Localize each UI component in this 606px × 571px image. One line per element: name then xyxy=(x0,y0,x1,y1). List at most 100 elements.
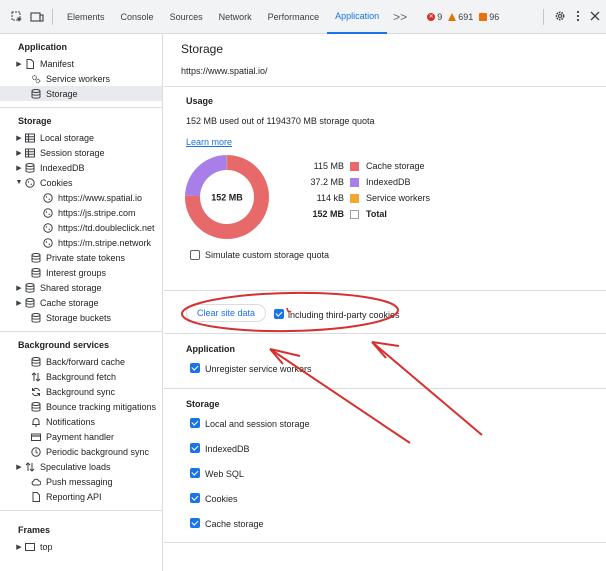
sidebar-item-session-storage[interactable]: ▶ Session storage xyxy=(0,145,162,160)
sidebar-item-notifications[interactable]: Notifications xyxy=(0,414,162,429)
close-icon[interactable] xyxy=(590,11,600,23)
cloud-icon xyxy=(30,476,42,488)
indexeddb-checkbox[interactable] xyxy=(190,443,200,453)
warning-count[interactable]: 691 xyxy=(448,12,473,22)
tab-network[interactable]: Network xyxy=(211,0,260,34)
warning-icon xyxy=(448,12,457,21)
unregister-service-workers-checkbox[interactable] xyxy=(190,363,200,373)
web-sql-checkbox[interactable] xyxy=(190,468,200,478)
tab-performance[interactable]: Performance xyxy=(260,0,328,34)
expand-arrow-icon[interactable]: ▶ xyxy=(14,60,24,68)
simulate-quota-label: Simulate custom storage quota xyxy=(205,250,330,260)
sidebar-item-label: Private state tokens xyxy=(46,252,126,263)
sidebar-item-cookie-origin[interactable]: https://m.stripe.network xyxy=(0,235,162,250)
sidebar-item-label: Back/forward cache xyxy=(46,356,126,367)
sidebar-item-label: Cookies xyxy=(40,177,73,188)
database-icon xyxy=(30,356,42,368)
database-icon xyxy=(30,401,42,413)
sidebar-item-background-sync[interactable]: Background sync xyxy=(0,384,162,399)
legend-swatch xyxy=(350,209,359,219)
sidebar-heading-background-services: Background services xyxy=(18,340,110,350)
learn-more-link[interactable]: Learn more xyxy=(186,137,232,147)
page-title: Storage xyxy=(181,42,224,56)
tab-application[interactable]: Application xyxy=(327,0,388,34)
sidebar-item-periodic-background-sync[interactable]: Periodic background sync xyxy=(0,444,162,459)
sidebar-item-label: Background fetch xyxy=(46,371,117,382)
donut-center-label: 152 MB xyxy=(211,193,243,203)
sidebar-item-cache-storage[interactable]: ▶ Cache storage xyxy=(0,295,162,310)
sidebar-item-cookies[interactable]: ▼ Cookies xyxy=(0,175,162,190)
clock-icon xyxy=(30,446,42,458)
simulate-quota-checkbox[interactable] xyxy=(190,250,200,260)
sidebar-item-local-storage[interactable]: ▶ Local storage xyxy=(0,130,162,145)
sidebar-item-cookie-origin[interactable]: https://td.doubleclick.net xyxy=(0,220,162,235)
third-party-cookies-checkbox[interactable] xyxy=(274,309,284,319)
console-counters[interactable]: ✕ 9 691 96 xyxy=(427,12,499,22)
more-options-icon[interactable] xyxy=(576,10,580,24)
sidebar-item-interest-groups[interactable]: Interest groups xyxy=(0,265,162,280)
expand-arrow-icon[interactable]: ▶ xyxy=(14,164,24,172)
sync-icon xyxy=(30,386,42,398)
sidebar-item-back-forward-cache[interactable]: Back/forward cache xyxy=(0,354,162,369)
device-toolbar-icon[interactable] xyxy=(28,8,46,26)
up-down-arrows-icon xyxy=(30,371,42,383)
cookie-icon xyxy=(42,222,54,234)
sidebar-item-manifest[interactable]: ▶ Manifest xyxy=(0,56,162,71)
sidebar-item-speculative-loads[interactable]: ▶ Speculative loads xyxy=(0,459,162,474)
expand-arrow-icon[interactable]: ▶ xyxy=(14,463,24,471)
legend-row-total: 152 MB Total xyxy=(282,208,386,220)
cache-storage-checkbox[interactable] xyxy=(190,518,200,528)
sidebar-item-indexeddb[interactable]: ▶ IndexedDB xyxy=(0,160,162,175)
sidebar-item-push-messaging[interactable]: Push messaging xyxy=(0,474,162,489)
sidebar-heading-storage: Storage xyxy=(18,116,52,126)
local-session-storage-label: Local and session storage xyxy=(205,419,310,429)
sidebar-item-label: https://js.stripe.com xyxy=(58,207,136,218)
sidebar-item-frame-top[interactable]: ▶ top xyxy=(0,539,162,554)
tab-console[interactable]: Console xyxy=(113,0,162,34)
issues-count[interactable]: 96 xyxy=(479,12,499,22)
database-icon xyxy=(24,162,36,174)
expand-arrow-icon[interactable]: ▶ xyxy=(14,299,24,307)
sidebar-item-label: Service workers xyxy=(46,73,111,84)
sidebar-item-reporting-api[interactable]: Reporting API xyxy=(0,489,162,504)
document-icon xyxy=(24,58,36,70)
sidebar-item-shared-storage[interactable]: ▶ Shared storage xyxy=(0,280,162,295)
expand-arrow-icon[interactable]: ▶ xyxy=(14,543,24,551)
legend-value: 37.2 MB xyxy=(310,177,344,187)
expand-arrow-icon[interactable]: ▶ xyxy=(14,284,24,292)
database-icon xyxy=(24,297,36,309)
sidebar-item-cookie-origin[interactable]: https://www.spatial.io xyxy=(0,190,162,205)
sidebar-item-bounce-tracking-mitigations[interactable]: Bounce tracking mitigations xyxy=(0,399,162,414)
clear-site-data-button[interactable]: Clear site data xyxy=(186,304,267,322)
sidebar-item-service-workers[interactable]: Service workers xyxy=(0,71,162,86)
sidebar-item-payment-handler[interactable]: Payment handler xyxy=(0,429,162,444)
sidebar-item-storage[interactable]: Storage xyxy=(0,86,162,101)
sidebar-item-private-state-tokens[interactable]: Private state tokens xyxy=(0,250,162,265)
settings-gear-icon[interactable] xyxy=(554,10,566,24)
divider xyxy=(164,290,606,291)
document-icon xyxy=(30,491,42,503)
error-count[interactable]: ✕ 9 xyxy=(427,12,442,22)
usage-heading: Usage xyxy=(186,96,214,106)
tab-elements[interactable]: Elements xyxy=(59,0,113,34)
sidebar-item-label: Bounce tracking mitigations xyxy=(46,401,157,412)
cookies-checkbox[interactable] xyxy=(190,493,200,503)
tab-sources[interactable]: Sources xyxy=(162,0,211,34)
sidebar-section-storage: Storage ▶ Local storage ▶ Session storag… xyxy=(0,107,162,325)
more-tabs-button[interactable]: >> xyxy=(387,0,413,34)
legend-swatch xyxy=(350,161,359,171)
local-session-storage-checkbox[interactable] xyxy=(190,418,200,428)
sidebar-section-application: Application ▶ Manifest Service workers S… xyxy=(0,34,162,101)
sidebar-item-cookie-origin[interactable]: https://js.stripe.com xyxy=(0,205,162,220)
issues-count-value: 96 xyxy=(489,11,500,22)
sidebar-item-label: Manifest xyxy=(40,58,75,69)
inspect-element-icon[interactable] xyxy=(8,8,26,26)
collapse-arrow-icon[interactable]: ▼ xyxy=(14,179,24,186)
sidebar-item-background-fetch[interactable]: Background fetch xyxy=(0,369,162,384)
expand-arrow-icon[interactable]: ▶ xyxy=(14,149,24,157)
sidebar-item-storage-buckets[interactable]: Storage buckets xyxy=(0,310,162,325)
bell-icon xyxy=(30,416,42,428)
issues-icon xyxy=(479,12,488,21)
expand-arrow-icon[interactable]: ▶ xyxy=(14,134,24,142)
toolbar-divider xyxy=(52,8,53,25)
